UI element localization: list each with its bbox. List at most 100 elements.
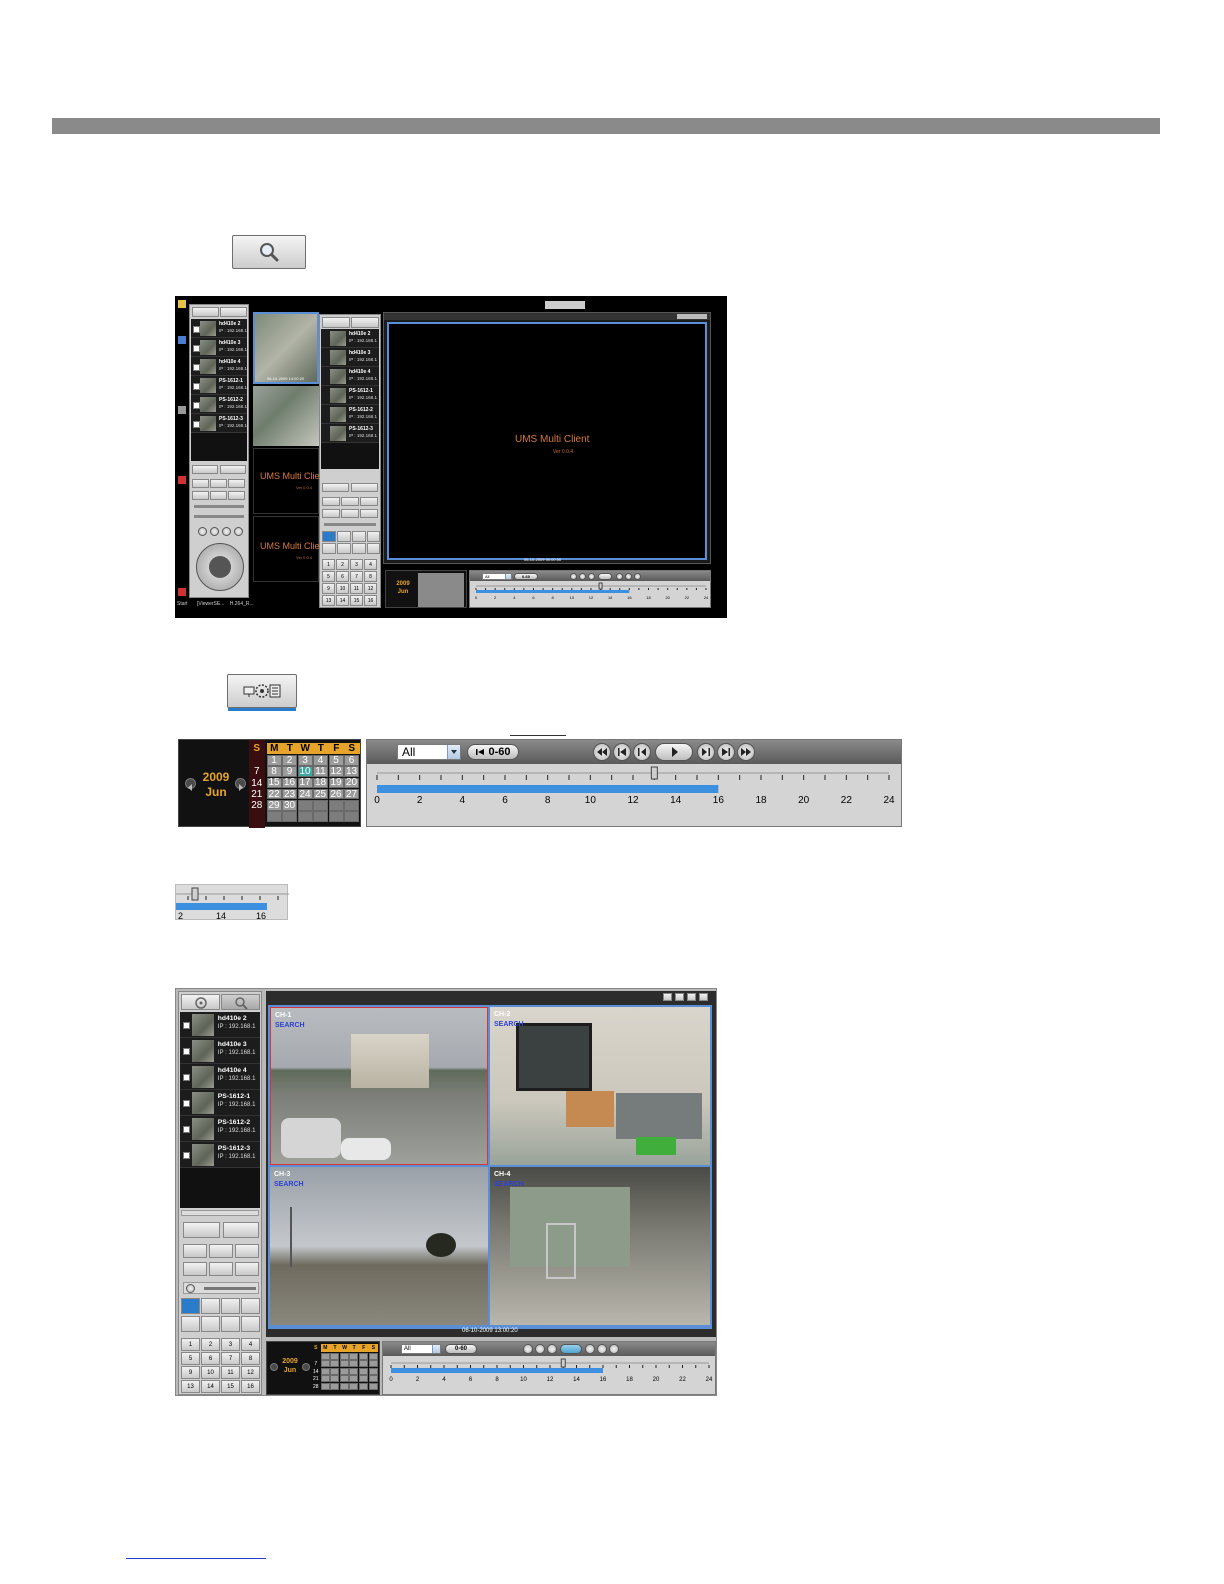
- calendar-day[interactable]: [368, 1352, 378, 1360]
- ptz-center-button[interactable]: [209, 556, 231, 578]
- goto-time-button[interactable]: 0-60: [445, 1344, 477, 1354]
- tab-live[interactable]: [192, 307, 219, 317]
- panel-button[interactable]: [322, 509, 340, 518]
- camera-list-item[interactable]: hd410e 2 IP : 192.168.1: [191, 319, 247, 338]
- recorded-segment-bar[interactable]: [476, 590, 630, 593]
- tab-search[interactable]: [220, 307, 247, 317]
- pause-button[interactable]: [560, 1344, 582, 1354]
- calendar-day[interactable]: 19: [328, 777, 344, 788]
- panel-button[interactable]: [210, 491, 227, 500]
- panel-button[interactable]: [235, 1244, 259, 1258]
- calendar-day[interactable]: [320, 1352, 330, 1360]
- calendar-next-button[interactable]: [302, 1363, 310, 1371]
- calendar-day[interactable]: 21: [311, 1375, 321, 1383]
- camera-list-item[interactable]: PS-1612-1 IP : 192.168.1: [191, 376, 247, 395]
- camera-list-item[interactable]: PS-1612-2 IP : 192.168.1: [180, 1116, 260, 1142]
- calendar-day[interactable]: 17: [297, 777, 313, 788]
- camera-checkbox[interactable]: [182, 1022, 190, 1029]
- close-icon[interactable]: [699, 993, 708, 1001]
- camera-list-item[interactable]: hd410e 4 IP : 192.168.1: [191, 357, 247, 376]
- calendar-day[interactable]: 9: [282, 766, 297, 777]
- camera-checkbox[interactable]: [193, 344, 200, 352]
- calendar-day[interactable]: 18: [313, 777, 328, 788]
- calendar-day[interactable]: 11: [313, 766, 328, 777]
- volume-icon[interactable]: [186, 1284, 195, 1293]
- calendar-day[interactable]: 3: [297, 755, 313, 766]
- calendar-day[interactable]: [339, 1352, 349, 1360]
- channel-button[interactable]: 5: [322, 571, 335, 582]
- playback-controls[interactable]: [570, 573, 648, 580]
- recorded-segment-bar[interactable]: [377, 785, 719, 793]
- calendar-day[interactable]: [368, 1383, 378, 1391]
- channel-button[interactable]: 12: [364, 583, 377, 594]
- channel-button[interactable]: 7: [221, 1352, 240, 1365]
- calendar-day[interactable]: [368, 1375, 378, 1383]
- ptz-preset-buttons[interactable]: [198, 527, 243, 537]
- calendar-day[interactable]: [320, 1383, 330, 1391]
- calendar-next-button[interactable]: [235, 778, 246, 791]
- filter-select[interactable]: All: [401, 1344, 441, 1354]
- channel-button[interactable]: 13: [322, 595, 335, 606]
- calendar-day[interactable]: [320, 1367, 330, 1375]
- video-tile-ch4[interactable]: CH-4 SEARCH: [490, 1167, 710, 1325]
- calendar-day[interactable]: 2: [282, 755, 297, 766]
- brightness-slider[interactable]: [194, 515, 244, 518]
- calendar-day[interactable]: [359, 1367, 369, 1375]
- channel-button[interactable]: 11: [350, 583, 363, 594]
- thumbnail-camera-1[interactable]: [253, 312, 319, 384]
- split-button[interactable]: [241, 1316, 260, 1332]
- backup-button[interactable]: [227, 674, 297, 711]
- timeline-scale[interactable]: 0 2 4 6 8 10 12 14 16 18 20 22 24: [367, 766, 903, 826]
- split-button[interactable]: [201, 1316, 220, 1332]
- calendar-day[interactable]: [339, 1383, 349, 1391]
- calendar-day[interactable]: [349, 1352, 359, 1360]
- camera-checkbox[interactable]: [193, 325, 200, 333]
- video-display[interactable]: UMS Multi Client Ver 0.0.4: [387, 322, 707, 560]
- taskbar-start[interactable]: Start: [177, 601, 188, 607]
- chevron-down-icon[interactable]: [447, 745, 460, 759]
- split-button[interactable]: [181, 1316, 200, 1332]
- calendar-day[interactable]: [359, 1360, 369, 1368]
- calendar-day[interactable]: 12: [328, 766, 344, 777]
- calendar-day[interactable]: [339, 1360, 349, 1368]
- camera-checkbox[interactable]: [193, 420, 200, 428]
- calendar-day[interactable]: 7: [311, 1360, 321, 1368]
- camera-checkbox[interactable]: [182, 1100, 190, 1107]
- tab-live[interactable]: [322, 317, 350, 328]
- split-9-button[interactable]: [221, 1298, 240, 1314]
- panel-button[interactable]: [220, 465, 246, 474]
- fast-rewind-button[interactable]: [523, 1344, 533, 1354]
- panel-button[interactable]: [183, 1262, 207, 1276]
- panel-button[interactable]: [209, 1262, 233, 1276]
- calendar-day[interactable]: [320, 1375, 330, 1383]
- channel-button[interactable]: 6: [201, 1352, 220, 1365]
- camera-list-item[interactable]: hd410e 3 IP : 192.168.1: [191, 338, 247, 357]
- calendar-day[interactable]: [368, 1360, 378, 1368]
- calendar-grid[interactable]: S M T W T F S 7 14 21 28: [311, 1344, 379, 1394]
- calendar-day[interactable]: 26: [328, 789, 344, 800]
- video-tile-ch1[interactable]: CH-1 SEARCH: [270, 1007, 488, 1165]
- taskbar-item[interactable]: H.264_R...: [230, 601, 254, 607]
- timeline-cursor-handle[interactable]: [598, 582, 603, 590]
- calendar-day[interactable]: 25: [313, 789, 328, 800]
- camera-list-item[interactable]: PS-1612-1 IP : 192.168.1: [180, 1090, 260, 1116]
- camera-checkbox[interactable]: [182, 1152, 190, 1159]
- channel-button[interactable]: 3: [350, 559, 363, 570]
- calendar-day[interactable]: [330, 1375, 340, 1383]
- calendar-day[interactable]: 1: [266, 755, 282, 766]
- channel-button[interactable]: 13: [181, 1380, 200, 1393]
- channel-button[interactable]: 14: [336, 595, 349, 606]
- tab-search[interactable]: [351, 317, 379, 328]
- calendar-prev-button[interactable]: [270, 1363, 278, 1371]
- camera-checkbox[interactable]: [193, 382, 200, 390]
- calendar-day[interactable]: 29: [266, 800, 282, 811]
- camera-list-item[interactable]: hd410e 2 IP : 192.168.1: [180, 1012, 260, 1038]
- calendar-prev-button[interactable]: [185, 778, 196, 791]
- tab-live[interactable]: [181, 994, 220, 1010]
- camera-list-item[interactable]: PS-1612-3 IP : 192.168.1: [191, 414, 247, 433]
- channel-button[interactable]: 1: [181, 1338, 200, 1351]
- thumbnail-grid[interactable]: [253, 386, 319, 446]
- calendar-day[interactable]: 24: [297, 789, 313, 800]
- channel-button[interactable]: 2: [201, 1338, 220, 1351]
- window-layout-buttons[interactable]: [677, 314, 707, 319]
